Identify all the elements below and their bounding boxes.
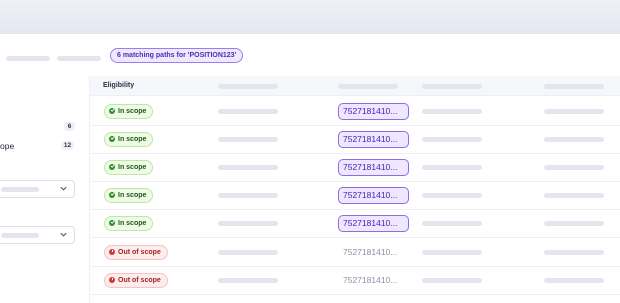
cell-placeholder: [218, 109, 278, 114]
filter-count-badge: 6: [64, 122, 75, 131]
path-id-text[interactable]: 7527181410...: [338, 272, 409, 289]
cell-placeholder: [422, 278, 482, 283]
status-badge: Out of scope: [104, 273, 168, 288]
cell-placeholder: [422, 165, 482, 170]
filter-dropdown[interactable]: [0, 180, 75, 198]
status-label: In scope: [118, 108, 147, 115]
cell-placeholder: [544, 109, 604, 114]
filter-option-label[interactable]: ope: [0, 141, 14, 151]
path-id-chip[interactable]: 7527181410...: [338, 131, 409, 148]
column-header-placeholder: [218, 84, 278, 89]
status-badge: In scope: [104, 132, 154, 147]
dropdown-value-placeholder: [1, 187, 39, 192]
path-id-text[interactable]: 7527181410...: [338, 244, 409, 261]
status-badge: In scope: [104, 216, 154, 231]
check-circle-icon: [109, 219, 115, 226]
cell-placeholder: [544, 193, 604, 198]
table-row[interactable]: In scope 7527181410...: [90, 126, 620, 154]
chevron-down-icon: [59, 184, 68, 195]
table-row[interactable]: Out of scope 7527181410...: [90, 267, 620, 295]
cell-placeholder: [218, 221, 278, 226]
cell-placeholder: [544, 250, 604, 255]
path-id-chip[interactable]: 7527181410...: [338, 187, 409, 204]
cell-placeholder: [218, 137, 278, 142]
table-row[interactable]: In scope 7527181410...: [90, 98, 620, 126]
cell-placeholder: [218, 165, 278, 170]
status-badge: In scope: [104, 160, 154, 175]
top-bar: [0, 0, 620, 34]
column-header-placeholder: [338, 84, 398, 89]
cell-placeholder: [544, 137, 604, 142]
table-row[interactable]: In scope 7527181410...: [90, 182, 620, 210]
table-row[interactable]: Out of scope 7527181410...: [90, 239, 620, 267]
status-badge: In scope: [104, 104, 154, 119]
column-header-eligibility[interactable]: Eligibility: [103, 82, 134, 89]
path-id-chip[interactable]: 7527181410...: [338, 159, 409, 176]
check-circle-icon: [109, 107, 115, 114]
check-circle-icon: [109, 163, 115, 170]
cell-placeholder: [218, 278, 278, 283]
status-label: In scope: [118, 136, 147, 143]
status-label: In scope: [118, 164, 147, 171]
cell-placeholder: [218, 193, 278, 198]
cell-placeholder: [422, 221, 482, 226]
status-badge: In scope: [104, 188, 154, 203]
check-circle-icon: [109, 191, 115, 198]
status-label: Out of scope: [118, 277, 161, 284]
cell-placeholder: [544, 278, 604, 283]
alert-circle-icon: [109, 276, 115, 283]
matching-paths-badge[interactable]: 6 matching paths for 'POSITION123': [110, 48, 244, 63]
cell-placeholder: [422, 137, 482, 142]
table-header: Eligibility: [90, 76, 620, 96]
check-circle-icon: [109, 135, 115, 142]
table-row[interactable]: In scope 7527181410...: [90, 154, 620, 182]
cell-placeholder: [422, 193, 482, 198]
toolbar-placeholder: [57, 56, 101, 61]
cell-placeholder: [422, 109, 482, 114]
toolbar-placeholder: [6, 56, 50, 61]
filter-count-badge: 12: [61, 141, 74, 150]
status-badge: Out of scope: [104, 245, 168, 260]
status-label: In scope: [118, 220, 147, 227]
status-label: Out of scope: [118, 249, 161, 256]
table-row[interactable]: In scope 7527181410...: [90, 210, 620, 238]
cell-placeholder: [422, 250, 482, 255]
cell-placeholder: [544, 221, 604, 226]
filter-dropdown[interactable]: [0, 226, 75, 244]
path-id-chip[interactable]: 7527181410...: [338, 103, 409, 120]
alert-circle-icon: [109, 248, 115, 255]
column-header-placeholder: [422, 84, 482, 89]
cell-placeholder: [544, 165, 604, 170]
column-header-placeholder: [544, 84, 604, 89]
dropdown-value-placeholder: [1, 233, 39, 238]
status-label: In scope: [118, 192, 147, 199]
chevron-down-icon: [59, 230, 68, 241]
cell-placeholder: [218, 250, 278, 255]
path-id-chip[interactable]: 7527181410...: [338, 215, 409, 232]
